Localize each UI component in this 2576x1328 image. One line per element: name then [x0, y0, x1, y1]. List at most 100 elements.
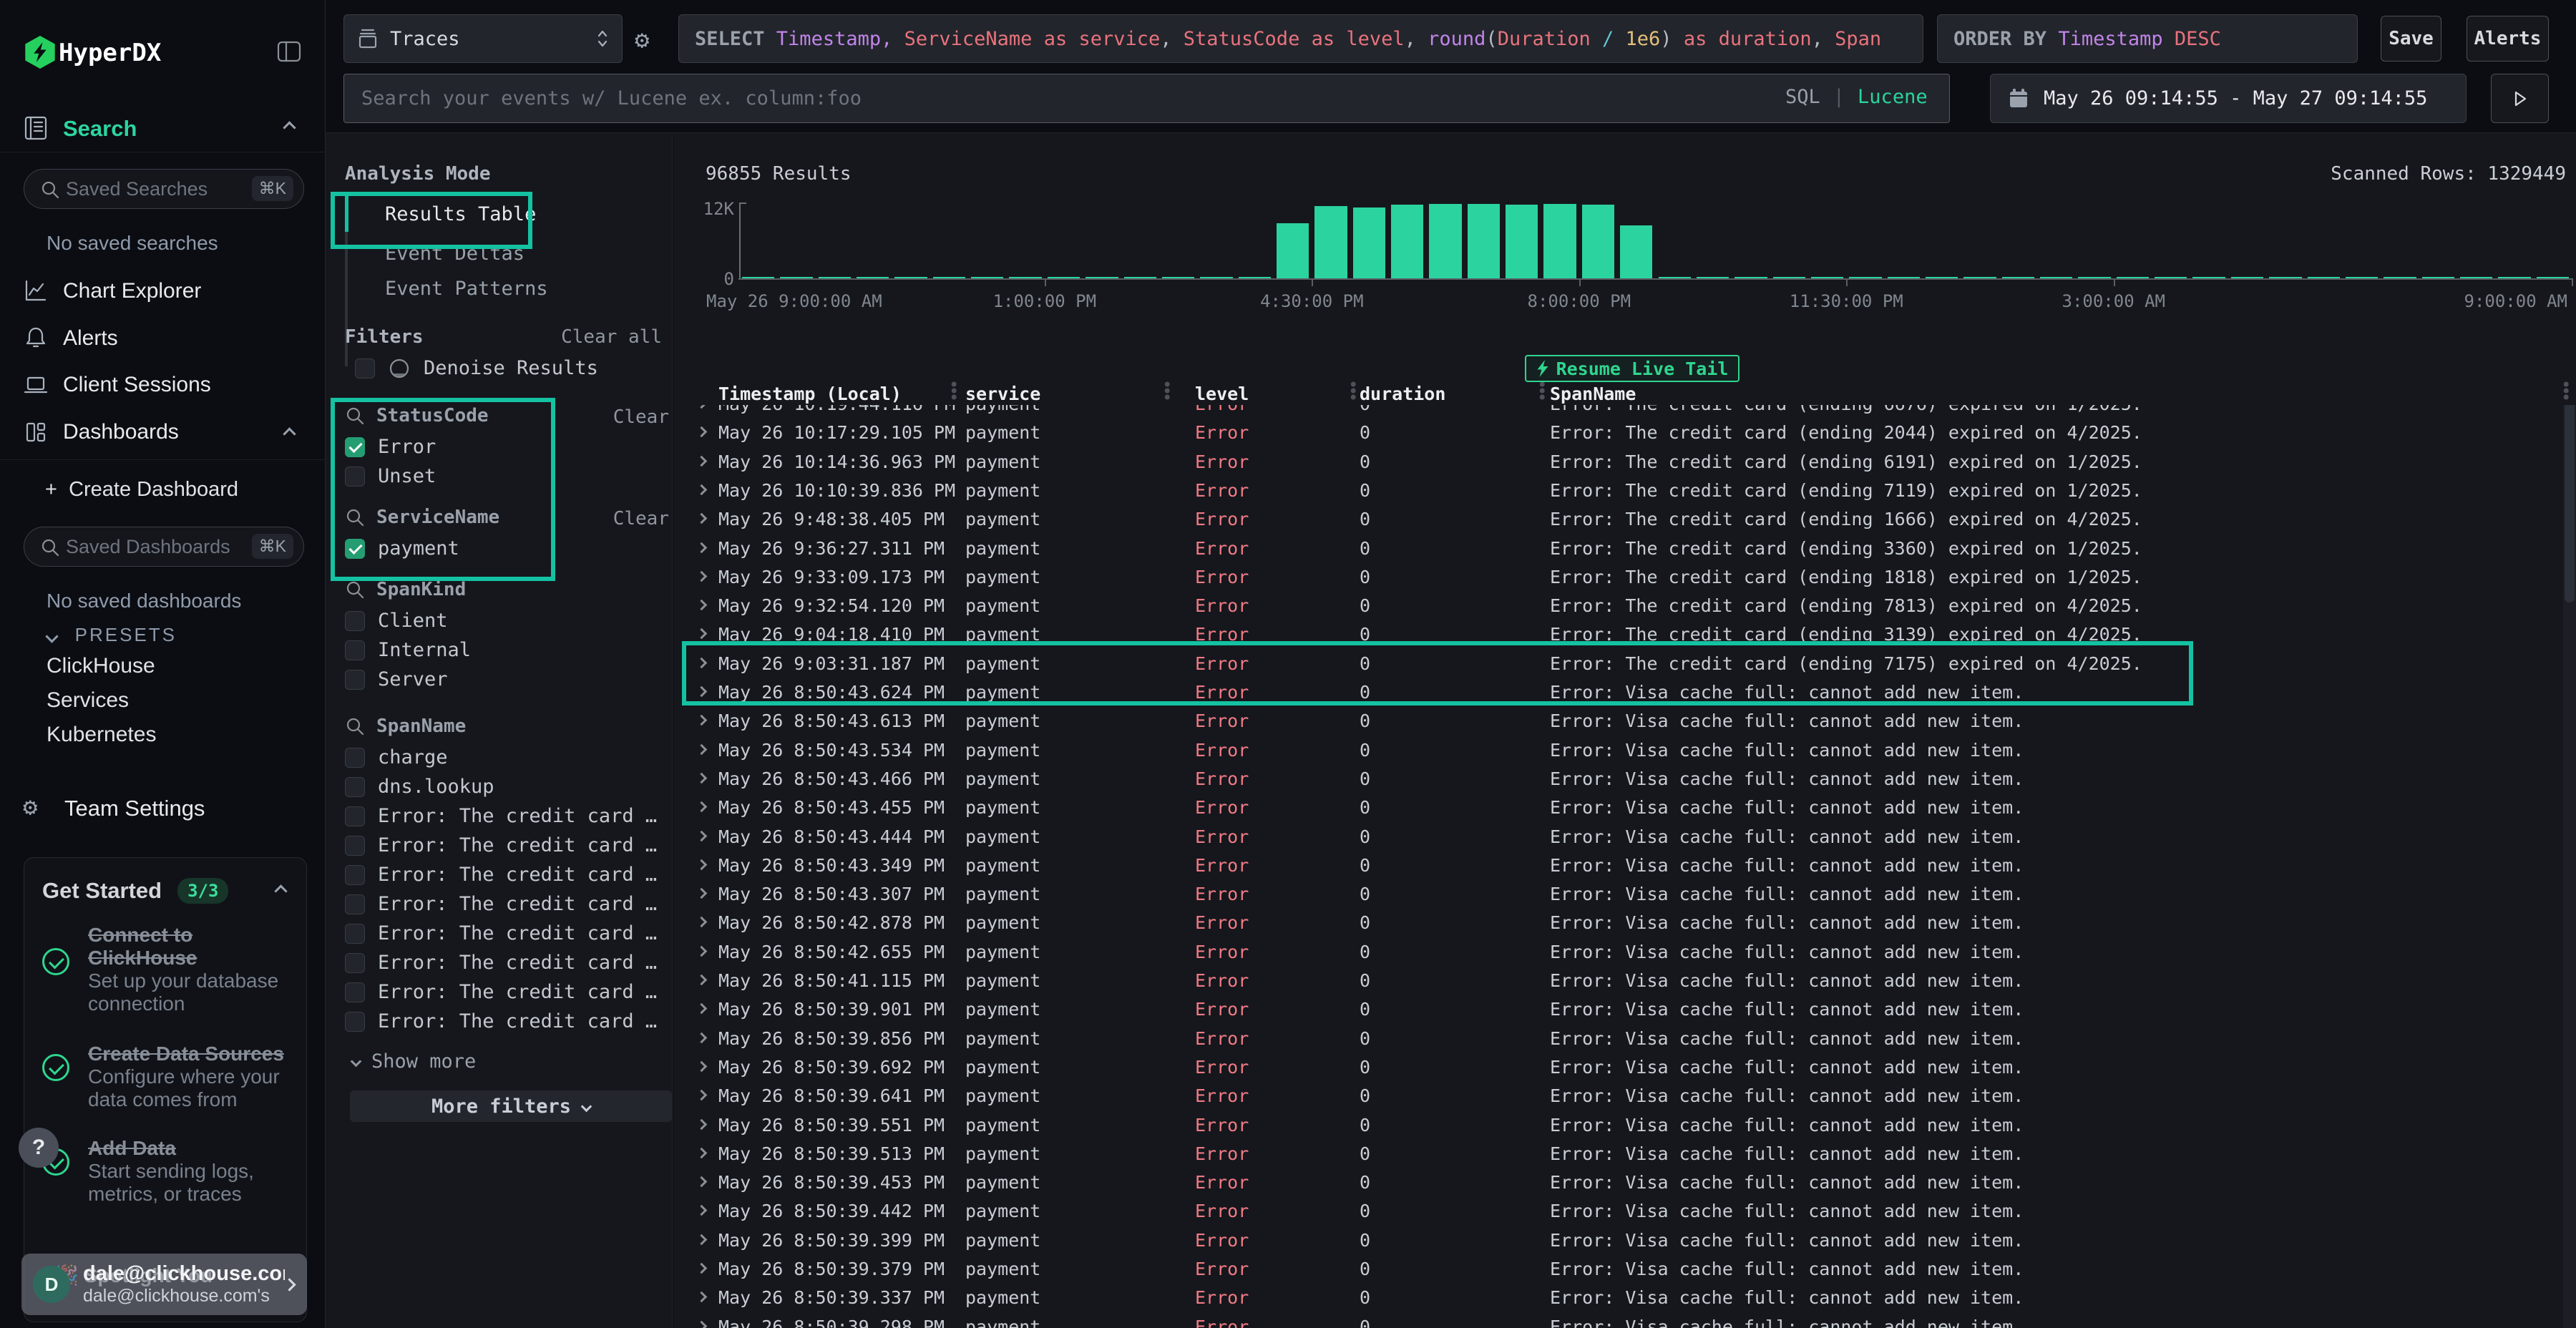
checkbox[interactable]	[345, 777, 365, 797]
filter-option[interactable]: Error: The credit card …	[345, 801, 660, 831]
run-query-button[interactable]	[2491, 74, 2549, 123]
column-resize-handle-icon[interactable]: •••	[1537, 382, 1547, 401]
source-select[interactable]: Traces	[343, 14, 623, 63]
expand-row-chevron-icon[interactable]	[696, 1176, 708, 1188]
expand-row-chevron-icon[interactable]	[696, 773, 708, 784]
expand-row-chevron-icon[interactable]	[696, 657, 708, 668]
sidebar-item-kubernetes[interactable]: Kubernetes	[47, 723, 156, 747]
checkbox[interactable]	[345, 924, 365, 944]
table-row[interactable]: May 26 8:50:43.534 PMpaymentError0Error:…	[673, 736, 2576, 764]
sidebar-item-services[interactable]: Services	[47, 688, 129, 713]
filter-option[interactable]: Client	[345, 606, 660, 635]
table-row[interactable]: May 26 8:50:39.856 PMpaymentError0Error:…	[673, 1024, 2576, 1053]
column-resize-handle-icon[interactable]: •••	[2561, 382, 2571, 401]
column-header-spanname[interactable]: SpanName	[1550, 384, 1636, 404]
sql-query-input[interactable]: SELECT Timestamp, ServiceName as service…	[678, 14, 1923, 63]
table-row[interactable]: May 26 8:50:39.901 PMpaymentError0Error:…	[673, 995, 2576, 1023]
analysis-mode-option-results-table[interactable]: Results Table	[345, 192, 581, 236]
filter-option[interactable]: Error: The credit card …	[345, 919, 660, 948]
table-row[interactable]: May 26 8:50:39.298 PMpaymentError0Error:…	[673, 1312, 2576, 1328]
filter-option[interactable]: Server	[345, 665, 660, 694]
checkbox-checked[interactable]	[345, 539, 365, 559]
sidebar-item-search[interactable]: Search	[63, 116, 137, 142]
filter-option[interactable]: Error	[345, 432, 660, 462]
table-row[interactable]: May 26 8:50:43.349 PMpaymentError0Error:…	[673, 851, 2576, 879]
dashboards-collapse-chevron-icon[interactable]	[283, 427, 296, 440]
table-row[interactable]: May 26 9:04:18.410 PMpaymentError0Error:…	[673, 620, 2576, 648]
resume-live-tail-button[interactable]: Resume Live Tail	[1525, 355, 1740, 382]
table-row[interactable]: May 26 8:50:39.641 PMpaymentError0Error:…	[673, 1081, 2576, 1110]
alerts-button[interactable]: Alerts	[2467, 16, 2549, 62]
expand-row-chevron-icon[interactable]	[696, 455, 708, 467]
checkbox[interactable]	[345, 670, 365, 690]
column-header-service[interactable]: service	[965, 384, 1040, 404]
table-row[interactable]: May 26 8:50:43.624 PMpaymentError0Error:…	[673, 678, 2576, 706]
sidebar-item-dashboards[interactable]: Dashboards	[63, 420, 179, 444]
table-row[interactable]: May 26 10:17:29.105 PMpaymentError0Error…	[673, 418, 2576, 446]
filter-option[interactable]: Unset	[345, 462, 660, 491]
expand-row-chevron-icon[interactable]	[696, 1003, 708, 1015]
checkbox[interactable]	[345, 953, 365, 973]
expand-row-chevron-icon[interactable]	[696, 743, 708, 755]
table-row[interactable]: May 26 10:14:36.963 PMpaymentError0Error…	[673, 447, 2576, 476]
checkbox[interactable]	[345, 982, 365, 1002]
table-row[interactable]: May 26 8:50:39.442 PMpaymentError0Error:…	[673, 1196, 2576, 1225]
get-started-collapse-chevron-icon[interactable]	[274, 884, 287, 897]
collapse-sidebar-icon[interactable]	[275, 37, 303, 69]
filter-option[interactable]: Error: The credit card …	[345, 831, 660, 860]
analysis-mode-option-event-deltas[interactable]: Event Deltas	[345, 236, 581, 271]
help-button[interactable]: ?	[19, 1128, 59, 1168]
expand-row-chevron-icon[interactable]	[696, 1148, 708, 1159]
sidebar-item-clickhouse[interactable]: ClickHouse	[47, 654, 155, 678]
column-header-timestamp-local-[interactable]: Timestamp (Local)	[718, 384, 902, 404]
expand-row-chevron-icon[interactable]	[696, 801, 708, 813]
clear-filter-link[interactable]: Clear	[613, 406, 669, 428]
saved-dashboards-input[interactable]: ⌘K	[24, 527, 304, 567]
table-row[interactable]: May 26 9:48:38.405 PMpaymentError0Error:…	[673, 504, 2576, 533]
table-row[interactable]: May 26 8:50:39.379 PMpaymentError0Error:…	[673, 1254, 2576, 1283]
checkbox[interactable]	[345, 611, 365, 631]
table-row[interactable]: May 26 8:50:39.399 PMpaymentError0Error:…	[673, 1226, 2576, 1254]
filter-option[interactable]: Internal	[345, 635, 660, 665]
filter-option[interactable]: Error: The credit card …	[345, 860, 660, 889]
expand-row-chevron-icon[interactable]	[696, 600, 708, 611]
table-row[interactable]: May 26 8:50:43.307 PMpaymentError0Error:…	[673, 879, 2576, 908]
filter-option[interactable]: dns.lookup	[345, 772, 660, 801]
expand-row-chevron-icon[interactable]	[696, 405, 708, 409]
expand-row-chevron-icon[interactable]	[696, 628, 708, 640]
denoise-results-row[interactable]: Denoise Results	[355, 353, 641, 383]
checkbox[interactable]	[345, 1012, 365, 1032]
expand-row-chevron-icon[interactable]	[696, 1118, 708, 1130]
table-row[interactable]: May 26 8:50:43.613 PMpaymentError0Error:…	[673, 706, 2576, 735]
show-more-link[interactable]: Show more	[352, 1050, 476, 1073]
table-row[interactable]: May 26 10:10:39.836 PMpaymentError0Error…	[673, 476, 2576, 504]
expand-row-chevron-icon[interactable]	[696, 715, 708, 726]
filter-option[interactable]: Error: The credit card …	[345, 948, 660, 977]
date-range-picker[interactable]: May 26 09:14:55 - May 27 09:14:55	[1990, 74, 2467, 123]
saved-searches-input[interactable]: ⌘K	[24, 169, 304, 209]
expand-row-chevron-icon[interactable]	[696, 917, 708, 928]
expand-row-chevron-icon[interactable]	[696, 945, 708, 957]
order-by-input[interactable]: ORDER BY Timestamp DESC	[1937, 14, 2358, 63]
presets-toggle[interactable]: PRESETS	[47, 624, 177, 646]
table-row[interactable]: May 26 8:50:39.453 PMpaymentError0Error:…	[673, 1168, 2576, 1196]
filter-option[interactable]: Error: The credit card …	[345, 889, 660, 919]
filter-option[interactable]: charge	[345, 743, 660, 772]
expand-row-chevron-icon[interactable]	[696, 426, 708, 438]
sql-mode-toggle[interactable]: SQL	[1785, 86, 1820, 108]
column-resize-handle-icon[interactable]: •••	[1162, 382, 1172, 401]
checkbox[interactable]	[345, 467, 365, 487]
column-header-level[interactable]: level	[1195, 384, 1249, 404]
expand-row-chevron-icon[interactable]	[696, 686, 708, 698]
column-header-duration[interactable]: duration	[1360, 384, 1445, 404]
get-started-item[interactable]: Connect to ClickHouse Set up your databa…	[42, 924, 289, 1015]
table-row[interactable]: May 26 8:50:39.337 PMpaymentError0Error:…	[673, 1283, 2576, 1312]
search-collapse-chevron-icon[interactable]	[283, 121, 296, 134]
user-menu[interactable]: D dale@clickhouse.com dale@clickhouse.co…	[21, 1254, 307, 1315]
saved-dashboards-field[interactable]	[66, 536, 230, 558]
checkbox[interactable]	[345, 748, 365, 768]
checkbox[interactable]	[345, 640, 365, 660]
expand-row-chevron-icon[interactable]	[696, 1234, 708, 1245]
expand-row-chevron-icon[interactable]	[696, 1090, 708, 1101]
denoise-checkbox[interactable]	[355, 358, 375, 379]
